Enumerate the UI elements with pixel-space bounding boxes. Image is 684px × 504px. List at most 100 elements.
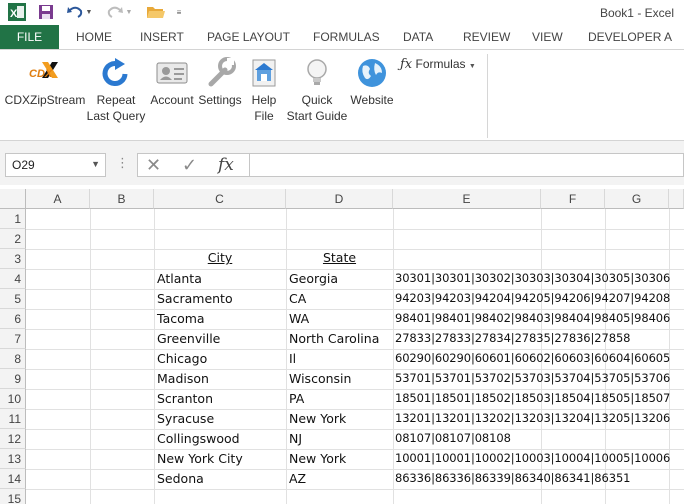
column-header-h[interactable]: [669, 189, 684, 209]
cell-zip-codes[interactable]: 18501|18501|18502|18503|18504|18505|1850…: [395, 391, 684, 405]
redo-dropdown-icon[interactable]: ▼: [125, 3, 133, 21]
cell-zip-codes[interactable]: 98401|98401|98402|98403|98404|98405|9840…: [395, 311, 684, 325]
cell-state[interactable]: New York: [289, 451, 392, 466]
column-header-e[interactable]: E: [393, 189, 541, 209]
tab-page-layout[interactable]: PAGE LAYOUT: [207, 25, 290, 49]
row-header-3[interactable]: 3: [0, 249, 26, 269]
repeat-last-query-button[interactable]: Repeat Last Query: [86, 56, 146, 124]
tab-file[interactable]: FILE: [0, 25, 59, 49]
tab-developer[interactable]: DEVELOPER: [588, 25, 661, 49]
row-header-13[interactable]: 13: [0, 449, 26, 469]
tab-formulas[interactable]: FORMULAS: [313, 25, 380, 49]
cell-state[interactable]: CA: [289, 291, 392, 306]
tab-home[interactable]: HOME: [76, 25, 112, 49]
cell-state[interactable]: Il: [289, 351, 392, 366]
row-header-4[interactable]: 4: [0, 269, 26, 289]
settings-button[interactable]: Settings: [198, 56, 242, 108]
undo-icon[interactable]: [66, 3, 84, 21]
row-header-8[interactable]: 8: [0, 349, 26, 369]
cell-zip-codes[interactable]: 86336|86336|86339|86340|86341|86351: [395, 471, 684, 485]
tab-data[interactable]: DATA: [403, 25, 433, 49]
header-city[interactable]: City: [154, 250, 286, 265]
row-header-14[interactable]: 14: [0, 469, 26, 489]
cell-city[interactable]: Collingswood: [157, 431, 285, 446]
column-header-f[interactable]: F: [541, 189, 605, 209]
row-header-1[interactable]: 1: [0, 209, 26, 229]
cell-zip-codes[interactable]: 30301|30301|30302|30303|30304|30305|3030…: [395, 271, 684, 285]
cell-zip-codes[interactable]: 60290|60290|60601|60602|60603|60604|6060…: [395, 351, 684, 365]
quick-start-guide-button[interactable]: Quick Start Guide: [285, 56, 349, 124]
cell-zip-codes[interactable]: 27833|27833|27834|27835|27836|27858: [395, 331, 684, 345]
redo-icon[interactable]: [106, 3, 124, 21]
cell-state[interactable]: WA: [289, 311, 392, 326]
cell-state[interactable]: North Carolina: [289, 331, 392, 346]
account-button[interactable]: Account: [146, 56, 198, 108]
help-file-label: Help File: [251, 93, 277, 123]
cell-city[interactable]: Atlanta: [157, 271, 285, 286]
row-header-7[interactable]: 7: [0, 329, 26, 349]
account-label: Account: [150, 93, 194, 107]
row-header-2[interactable]: 2: [0, 229, 26, 249]
column-header-g[interactable]: G: [605, 189, 669, 209]
cell-city[interactable]: Syracuse: [157, 411, 285, 426]
window-title: Book1 - Excel: [599, 6, 674, 20]
cell-state[interactable]: PA: [289, 391, 392, 406]
formulas-dropdown[interactable]: ƒx Formulas ▼: [400, 56, 480, 75]
cell-city[interactable]: Madison: [157, 371, 285, 386]
cell-state[interactable]: Georgia: [289, 271, 392, 286]
formula-input[interactable]: [250, 153, 684, 177]
cell-zip-codes[interactable]: 53701|53701|53702|53703|53704|53705|5370…: [395, 371, 684, 385]
fx-icon: ƒx: [400, 57, 413, 72]
cell-city[interactable]: Sacramento: [157, 291, 285, 306]
row-header-12[interactable]: 12: [0, 429, 26, 449]
cell-city[interactable]: Sedona: [157, 471, 285, 486]
row-header-15[interactable]: 15: [0, 489, 26, 504]
row-header-6[interactable]: 6: [0, 309, 26, 329]
cell-zip-codes[interactable]: 13201|13201|13202|13203|13204|13205|1320…: [395, 411, 684, 425]
header-state[interactable]: State: [286, 250, 393, 265]
column-header-b[interactable]: B: [90, 189, 154, 209]
cdxzipstream-button[interactable]: CDX CDXZipStream: [4, 56, 86, 108]
cell-zip-codes[interactable]: 94203|94203|94204|94205|94206|94207|9420…: [395, 291, 684, 305]
formula-bar-grip-icon[interactable]: ⋮: [116, 155, 129, 171]
excel-logo-icon[interactable]: X: [8, 3, 26, 21]
cell-city[interactable]: Scranton: [157, 391, 285, 406]
cell-city[interactable]: New York City: [157, 451, 285, 466]
undo-dropdown-icon[interactable]: ▼: [85, 3, 93, 21]
cell-city[interactable]: Greenville: [157, 331, 285, 346]
worksheet-grid[interactable]: A B C D E F G City State 1 2 3 4 5 6 7 8 9 10 11 12…: [0, 185, 684, 504]
cell-state[interactable]: AZ: [289, 471, 392, 486]
grid-line: [26, 389, 684, 390]
cell-zip-codes[interactable]: 10001|10001|10002|10003|10004|10005|1000…: [395, 451, 684, 465]
help-file-button[interactable]: Help File: [244, 56, 284, 124]
column-header-a[interactable]: A: [26, 189, 90, 209]
enter-check-icon[interactable]: ✓: [182, 155, 197, 176]
row-header-5[interactable]: 5: [0, 289, 26, 309]
cell-zip-codes[interactable]: 08107|08107|08108: [395, 431, 684, 445]
globe-icon: [355, 56, 389, 90]
cell-city[interactable]: Chicago: [157, 351, 285, 366]
column-header-d[interactable]: D: [286, 189, 393, 209]
cell-state[interactable]: Wisconsin: [289, 371, 392, 386]
cell-state[interactable]: New York: [289, 411, 392, 426]
tab-insert[interactable]: INSERT: [140, 25, 184, 49]
row-header-11[interactable]: 11: [0, 409, 26, 429]
cell-city[interactable]: Tacoma: [157, 311, 285, 326]
open-folder-icon[interactable]: [146, 3, 166, 21]
select-all-corner[interactable]: [0, 189, 26, 209]
tab-review[interactable]: REVIEW: [463, 25, 510, 49]
row-header-10[interactable]: 10: [0, 389, 26, 409]
tab-overflow[interactable]: A: [664, 25, 672, 49]
tab-view[interactable]: VIEW: [532, 25, 563, 49]
insert-function-icon[interactable]: fx: [218, 155, 234, 175]
cancel-icon[interactable]: ✕: [146, 155, 161, 176]
cell-state[interactable]: NJ: [289, 431, 392, 446]
name-box-dropdown-icon[interactable]: ▼: [91, 159, 100, 169]
column-header-c[interactable]: C: [154, 189, 286, 209]
repeat-last-query-label: Repeat Last Query: [86, 93, 146, 123]
name-box[interactable]: O29 ▼: [5, 153, 106, 177]
save-icon[interactable]: [38, 3, 54, 21]
customize-qat-icon[interactable]: ≡: [174, 3, 184, 21]
row-header-9[interactable]: 9: [0, 369, 26, 389]
website-button[interactable]: Website: [348, 56, 396, 108]
